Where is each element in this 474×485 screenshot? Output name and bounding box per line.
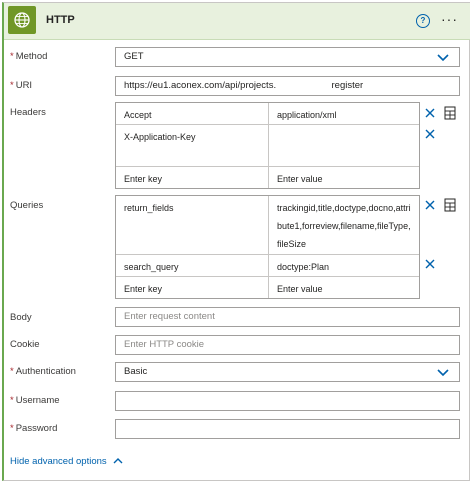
password-label: * Password bbox=[10, 423, 58, 434]
header-value-cell[interactable]: application/xml bbox=[269, 103, 419, 127]
query-value-input[interactable]: Enter value bbox=[269, 277, 419, 301]
header-key-cell[interactable]: X-Application-Key bbox=[116, 125, 268, 166]
cookie-label: Cookie bbox=[10, 339, 40, 350]
query-key-cell[interactable]: return_fields bbox=[116, 196, 268, 220]
uri-input[interactable]: https://eu1.aconex.com/api/projects. reg… bbox=[115, 76, 460, 96]
more-icon[interactable]: ··· bbox=[441, 11, 458, 27]
switch-to-text-mode-icon[interactable] bbox=[444, 106, 456, 120]
query-key-input[interactable]: Enter key bbox=[116, 277, 268, 301]
card-title: HTTP bbox=[46, 14, 75, 26]
body-input[interactable]: Enter request content bbox=[115, 307, 460, 327]
body-label: Body bbox=[10, 312, 32, 323]
query-key-cell[interactable]: search_query bbox=[116, 255, 268, 279]
delete-icon[interactable] bbox=[424, 128, 436, 140]
headers-table: Accept application/xml X-Application-Key… bbox=[115, 102, 420, 189]
delete-icon[interactable] bbox=[424, 199, 436, 211]
header-value-cell[interactable] bbox=[269, 125, 419, 166]
header-key-cell[interactable]: Accept bbox=[116, 103, 268, 127]
globe-icon bbox=[8, 6, 36, 34]
cookie-input[interactable]: Enter HTTP cookie bbox=[115, 335, 460, 355]
method-label: * Method bbox=[10, 51, 48, 62]
authentication-value: Basic bbox=[124, 366, 148, 377]
switch-to-text-mode-icon[interactable] bbox=[444, 198, 456, 212]
chevron-down-icon bbox=[437, 369, 449, 377]
username-input[interactable] bbox=[115, 391, 460, 411]
delete-icon[interactable] bbox=[424, 258, 436, 270]
header-key-input[interactable]: Enter key bbox=[116, 167, 268, 191]
authentication-dropdown[interactable]: Basic bbox=[115, 362, 460, 382]
query-value-cell[interactable]: doctype:Plan bbox=[269, 255, 419, 279]
hide-advanced-options-label: Hide advanced options bbox=[10, 456, 107, 467]
password-input[interactable] bbox=[115, 419, 460, 439]
authentication-label: * Authentication bbox=[10, 366, 76, 377]
method-value: GET bbox=[124, 51, 144, 62]
queries-label: Queries bbox=[10, 200, 44, 211]
hide-advanced-options-link[interactable]: Hide advanced options bbox=[10, 456, 123, 467]
method-dropdown[interactable]: GET bbox=[115, 47, 460, 67]
uri-value: https://eu1.aconex.com/api/projects. reg… bbox=[124, 80, 364, 91]
chevron-up-icon bbox=[113, 458, 123, 464]
header-value-input[interactable]: Enter value bbox=[269, 167, 419, 191]
help-icon[interactable]: ? bbox=[416, 14, 430, 28]
username-label: * Username bbox=[10, 395, 60, 406]
chevron-down-icon bbox=[437, 54, 449, 62]
uri-label: * URI bbox=[10, 80, 33, 91]
delete-icon[interactable] bbox=[424, 107, 436, 119]
headers-label: Headers bbox=[10, 107, 46, 118]
queries-table: return_fields trackingid,title,doctype,d… bbox=[115, 195, 420, 299]
query-value-cell[interactable]: trackingid,title,doctype,docno,attribute… bbox=[269, 196, 419, 254]
card-header[interactable]: HTTP ? ··· bbox=[4, 3, 470, 40]
